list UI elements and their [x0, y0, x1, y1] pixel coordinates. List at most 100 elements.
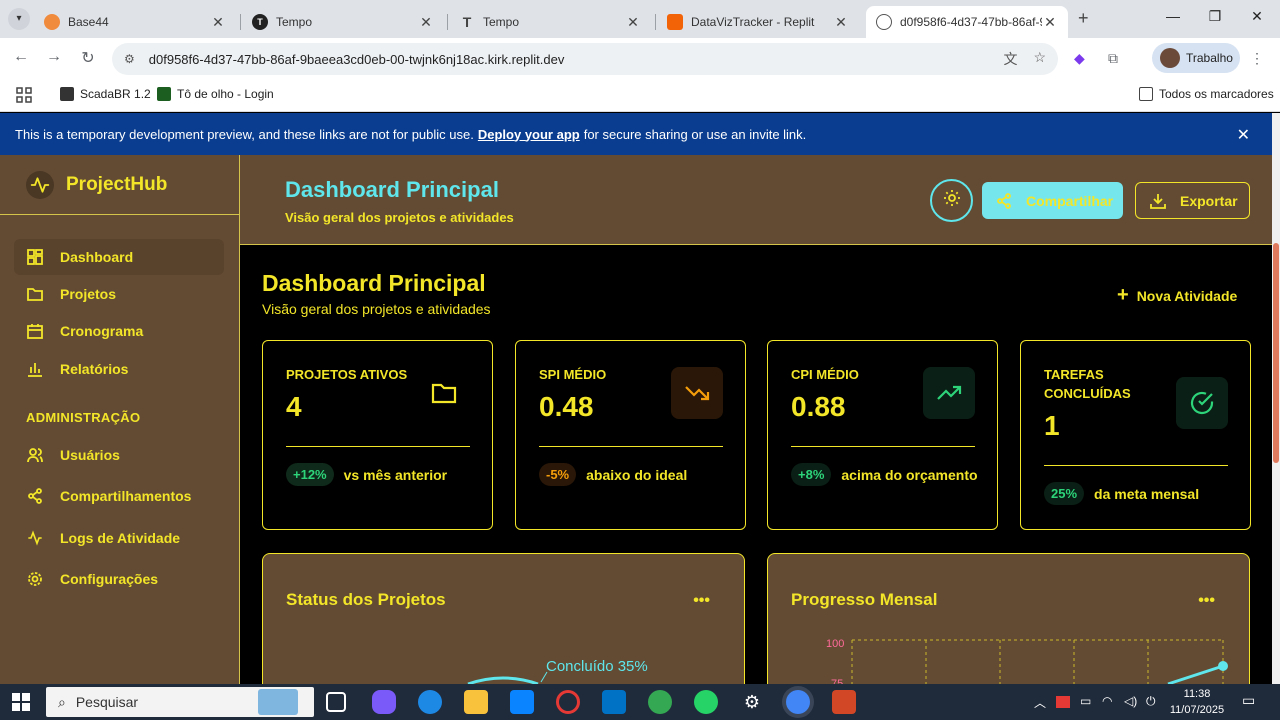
- powerpoint-icon[interactable]: [832, 690, 856, 714]
- kpi-footer: -5% abaixo do ideal: [539, 463, 687, 486]
- opera-icon[interactable]: [556, 690, 580, 714]
- content-title: Dashboard Principal: [262, 270, 486, 296]
- kpi-card-spi-medio: SPI MÉDIO 0.48 -5% abaixo do ideal: [515, 340, 746, 530]
- translate-icon[interactable]: 文: [1003, 49, 1017, 69]
- windows-taskbar: ⌕ Pesquisar ⚙ ︿ ▭ ◠ ◁) ⏻ 11:38 11/07/202…: [0, 684, 1280, 720]
- taskbar-clock[interactable]: 11:38 11/07/2025: [1168, 686, 1226, 718]
- kpi-card-tarefas-concluidas: TAREFAS CONCLUÍDAS 1 25% da meta mensal: [1020, 340, 1251, 530]
- close-tab-icon[interactable]: ✕: [625, 14, 641, 31]
- notifications-icon[interactable]: ▭: [1242, 692, 1255, 709]
- tab-divider: [447, 14, 448, 30]
- sidebar-item-logs[interactable]: Logs de Atividade: [14, 520, 224, 556]
- chrome-icon[interactable]: [648, 690, 672, 714]
- sidebar-item-usuarios[interactable]: Usuários: [14, 437, 224, 473]
- panel-status-projetos: Status dos Projetos ••• Concluído 35%: [262, 553, 745, 693]
- scrollbar-thumb[interactable]: [1273, 243, 1279, 463]
- extensions-puzzle-icon[interactable]: ⧉: [1108, 50, 1118, 67]
- browser-tab[interactable]: T Tempo ✕: [242, 6, 444, 38]
- close-window-icon[interactable]: ✕: [1234, 8, 1280, 25]
- chrome-active-icon[interactable]: [786, 690, 810, 714]
- bookmark-to-de-olho[interactable]: Tô de olho - Login: [157, 87, 274, 101]
- close-tab-icon[interactable]: ✕: [418, 14, 434, 31]
- export-button[interactable]: Exportar: [1135, 182, 1250, 219]
- maximize-icon[interactable]: ❐: [1192, 8, 1238, 25]
- folder-icon: [26, 286, 44, 302]
- edge-icon[interactable]: [418, 690, 442, 714]
- sidebar-item-label: Projetos: [60, 286, 117, 302]
- reload-icon[interactable]: ↻: [77, 48, 99, 68]
- browser-tabbar: ▾ Base44 ✕ T Tempo ✕ T Tempo ✕ DataVizTr…: [0, 0, 1280, 38]
- share-icon: [26, 488, 44, 504]
- site-info-icon[interactable]: ⚙: [124, 52, 135, 66]
- kpi-label-line: CONCLUÍDAS: [1044, 386, 1131, 401]
- deploy-link[interactable]: Deploy your app: [478, 127, 580, 142]
- brand[interactable]: ProjectHub: [0, 155, 239, 215]
- copilot-icon[interactable]: [372, 690, 396, 714]
- new-tab-icon[interactable]: +: [1078, 8, 1089, 29]
- theme-toggle-button[interactable]: [930, 179, 973, 222]
- new-activity-button[interactable]: + Nova Atividade: [1117, 284, 1237, 307]
- series-point[interactable]: [1218, 661, 1228, 671]
- divider: [1044, 465, 1228, 466]
- sidebar-item-label: Configurações: [60, 571, 159, 587]
- task-view-icon[interactable]: [326, 692, 346, 712]
- browser-tab-active[interactable]: d0f958f6-4d37-47bb-86af-9 ✕: [866, 6, 1068, 38]
- outlook-icon[interactable]: [602, 690, 626, 714]
- page-scrollbar[interactable]: [1272, 113, 1280, 684]
- kpi-value: 4: [286, 391, 302, 422]
- sidebar-item-projetos[interactable]: Projetos: [14, 276, 224, 312]
- section-heading-admin: ADMINISTRAÇÃO: [26, 410, 141, 425]
- battery-icon[interactable]: ▭: [1080, 694, 1091, 708]
- sun-icon: [943, 189, 961, 212]
- sidebar-item-relatorios[interactable]: Relatórios: [14, 351, 224, 387]
- forward-icon[interactable]: →: [43, 48, 65, 66]
- bar-chart-icon: [26, 361, 44, 377]
- browser-tab[interactable]: Base44 ✕: [34, 6, 236, 38]
- tempo-favicon-icon: T: [252, 14, 268, 30]
- page-title: Dashboard Principal: [285, 177, 499, 202]
- url-bar[interactable]: ⚙ d0f958f6-4d37-47bb-86af-9baeea3cd0eb-0…: [112, 43, 1058, 75]
- extension-icon[interactable]: ◆: [1074, 50, 1085, 67]
- apps-grid-icon[interactable]: [16, 87, 32, 103]
- close-tab-icon[interactable]: ✕: [1042, 14, 1058, 31]
- kpi-value: 1: [1044, 410, 1060, 441]
- address-toolbar: ← → ↻ ⚙ d0f958f6-4d37-47bb-86af-9baeea3c…: [0, 38, 1280, 80]
- close-banner-icon[interactable]: ✕: [1237, 125, 1250, 145]
- close-tab-icon[interactable]: ✕: [833, 14, 849, 31]
- back-icon[interactable]: ←: [10, 48, 32, 66]
- browser-tab[interactable]: T Tempo ✕: [449, 6, 651, 38]
- sidebar-item-compartilhamentos[interactable]: Compartilhamentos: [14, 478, 224, 514]
- whatsapp-icon[interactable]: [694, 690, 718, 714]
- settings-icon[interactable]: ⚙: [740, 690, 764, 714]
- tray-chevron-icon[interactable]: ︿: [1034, 694, 1046, 711]
- browser-tab[interactable]: DataVizTracker - Replit ✕: [657, 6, 859, 38]
- bookmark-scadabr[interactable]: ScadaBR 1.2: [60, 87, 151, 101]
- sidebar-item-cronograma[interactable]: Cronograma: [14, 313, 224, 349]
- share-button[interactable]: Compartilhar: [982, 182, 1123, 219]
- windows-start-icon[interactable]: [12, 693, 30, 716]
- sidebar-item-label: Logs de Atividade: [60, 530, 181, 546]
- minimize-icon[interactable]: —: [1150, 8, 1196, 24]
- clock-date: 11/07/2025: [1169, 704, 1225, 716]
- close-tab-icon[interactable]: ✕: [210, 14, 226, 31]
- page-subtitle: Visão geral dos projetos e atividades: [285, 210, 514, 225]
- sidebar-item-dashboard[interactable]: Dashboard: [14, 239, 224, 275]
- tray-app-icon[interactable]: [1056, 696, 1070, 708]
- microsoft-store-icon[interactable]: [510, 690, 534, 714]
- sidebar-item-label: Relatórios: [60, 361, 129, 377]
- all-bookmarks[interactable]: Todos os marcadores: [1139, 87, 1274, 101]
- base44-favicon-icon: [44, 14, 60, 30]
- browser-menu-icon[interactable]: ⋮: [1250, 50, 1264, 67]
- wifi-icon[interactable]: ◠: [1102, 694, 1112, 708]
- volume-icon[interactable]: ◁): [1124, 694, 1137, 708]
- sidebar-item-configuracoes[interactable]: Configurações: [14, 561, 224, 597]
- bookmark-star-icon[interactable]: ☆: [1033, 49, 1046, 69]
- gear-icon: [26, 571, 44, 587]
- kpi-footer: +12% vs mês anterior: [286, 463, 447, 486]
- taskbar-search[interactable]: ⌕ Pesquisar: [46, 687, 314, 717]
- profile-button[interactable]: Trabalho: [1152, 43, 1240, 73]
- avatar: [1160, 48, 1180, 68]
- tab-search-chevron-icon[interactable]: ▾: [8, 8, 30, 30]
- power-icon[interactable]: ⏻: [1146, 694, 1156, 709]
- file-explorer-icon[interactable]: [464, 690, 488, 714]
